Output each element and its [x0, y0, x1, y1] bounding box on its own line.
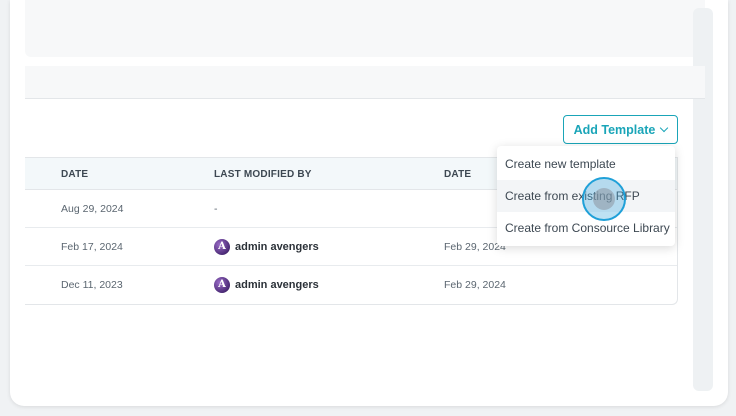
column-header-last-modified-by[interactable]: LAST MODIFIED BY — [214, 158, 312, 191]
row-modified-date: Feb 29, 2024 — [444, 279, 506, 291]
column-header-modified-date[interactable]: DATE — [444, 158, 471, 191]
row-modified-by: admin avengers — [214, 228, 319, 266]
menu-item-create-from-consource-library[interactable]: Create from Consource Library — [497, 212, 675, 244]
add-template-label: Add Template — [573, 122, 656, 137]
row-modified-by: - — [214, 203, 218, 215]
avatar — [214, 239, 230, 255]
avatar — [214, 277, 230, 293]
add-template-button[interactable]: Add Template — [563, 115, 678, 144]
row-date: Dec 11, 2023 — [61, 279, 123, 291]
top-panel — [25, 0, 705, 57]
user-name: admin avengers — [235, 241, 319, 253]
section-header-bar — [25, 66, 705, 99]
menu-item-create-new-template[interactable]: Create new template — [497, 148, 675, 180]
row-date: Aug 29, 2024 — [61, 203, 124, 215]
row-date: Feb 17, 2024 — [61, 241, 123, 253]
row-modified-by: admin avengers — [214, 266, 319, 304]
chevron-down-icon — [660, 123, 669, 133]
table-row[interactable]: Dec 11, 2023 admin avengers Feb 29, 2024 — [25, 266, 677, 304]
column-header-date[interactable]: DATE — [61, 158, 88, 191]
user-name: admin avengers — [235, 279, 319, 291]
main-card: Add Template DATE LAST MODIFIED BY DATE … — [10, 0, 728, 406]
cursor-dot — [593, 188, 615, 210]
